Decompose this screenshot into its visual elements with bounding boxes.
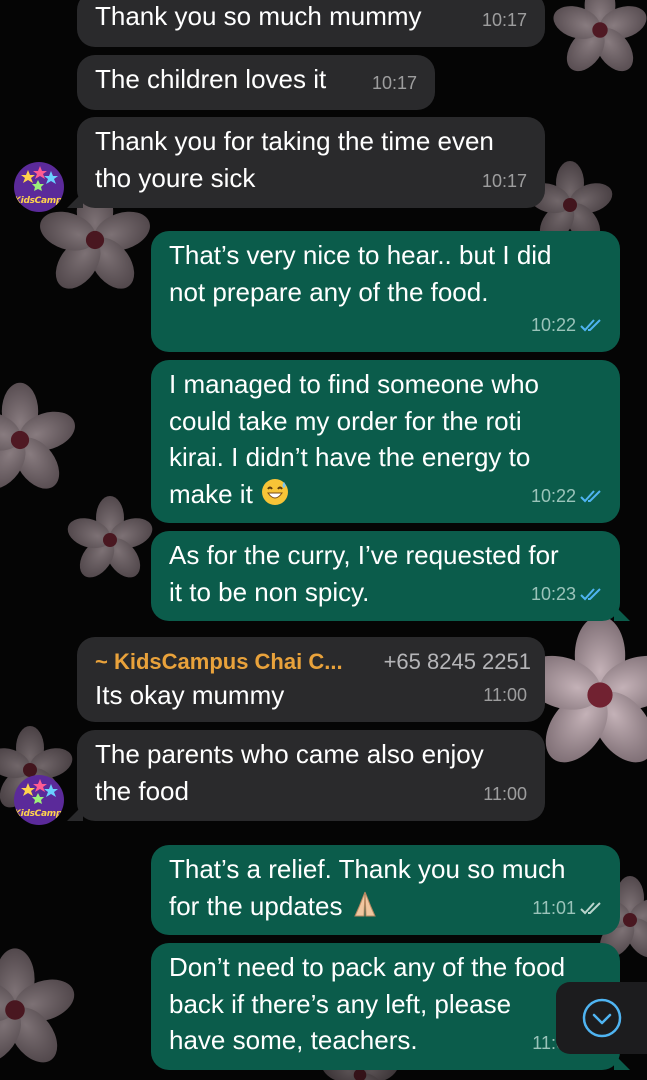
- message-outgoing[interactable]: I managed to find someone who could take…: [151, 360, 620, 523]
- message-time: 10:17: [481, 9, 527, 30]
- message-text: Thank you so much mummy: [95, 1, 422, 31]
- message-outgoing[interactable]: As for the curry, I’ve requested for it …: [151, 531, 630, 621]
- grinning-face-with-sweat-icon: [262, 478, 289, 505]
- chevron-down-icon: [582, 998, 622, 1038]
- message-outgoing[interactable]: Don’t need to pack any of the food back …: [151, 943, 630, 1070]
- read-ticks-icon: [580, 490, 601, 503]
- message-meta: 11:00: [483, 776, 527, 813]
- avatar[interactable]: KidsCampus: [14, 162, 64, 212]
- read-ticks-icon: [580, 319, 601, 332]
- sender-name[interactable]: ~ KidsCampus Chai C...: [95, 647, 343, 677]
- message-time: 10:17: [481, 170, 527, 191]
- message-incoming[interactable]: The parents who came also enjoy the food…: [67, 730, 545, 821]
- message-time: 10:23: [530, 583, 576, 604]
- folded-hands-icon: [353, 891, 376, 916]
- message-meta: 10:17: [482, 163, 527, 200]
- message-time: 10:22: [530, 485, 576, 506]
- message-outgoing[interactable]: That’s a relief. Thank you so much for t…: [151, 845, 620, 935]
- avatar-label: KidsCampus: [14, 196, 64, 206]
- message-incoming[interactable]: Thank you so much mummy 10:17: [77, 0, 545, 47]
- sender-phone[interactable]: +65 8245 2251: [384, 647, 531, 677]
- message-meta: 10:23: [531, 576, 602, 613]
- message-incoming[interactable]: The children loves it 10:17: [77, 55, 435, 110]
- message-meta: 11:00: [483, 677, 527, 714]
- message-sender-row: ~ KidsCampus Chai C... +65 8245 2251: [95, 647, 531, 677]
- message-text: Thank you for taking the time even tho y…: [95, 126, 494, 193]
- message-meta: 10:22: [531, 307, 602, 344]
- message-incoming[interactable]: ~ KidsCampus Chai C... +65 8245 2251 Its…: [77, 637, 545, 722]
- message-meta: 10:17: [482, 2, 527, 39]
- message-time: 11:01: [532, 897, 576, 918]
- avatar-label: KidsCampus: [14, 809, 64, 819]
- message-outgoing[interactable]: That’s very nice to hear.. but I did not…: [151, 231, 620, 352]
- message-incoming[interactable]: Thank you for taking the time even tho y…: [67, 117, 545, 208]
- message-time: 11:00: [483, 783, 527, 804]
- message-time: 11:00: [483, 684, 527, 705]
- read-ticks-icon: [580, 588, 601, 601]
- message-text: That’s very nice to hear.. but I did not…: [169, 240, 552, 307]
- avatar[interactable]: KidsCampus: [14, 775, 64, 825]
- message-text-body: I managed to find someone who could take…: [169, 369, 540, 509]
- message-time: 10:22: [530, 314, 576, 335]
- message-text: Its okay mummy: [95, 680, 285, 710]
- message-meta: 10:17: [372, 65, 417, 102]
- message-text: The parents who came also enjoy the food: [95, 739, 484, 806]
- message-time: 10:17: [371, 72, 417, 93]
- message-meta: 11:01: [532, 890, 602, 927]
- delivered-ticks-icon: [580, 902, 601, 915]
- message-meta: 10:22: [531, 478, 602, 515]
- chat-messages[interactable]: Thank you so much mummy 10:17 The childr…: [0, 0, 647, 1080]
- scroll-to-bottom-button[interactable]: [556, 982, 647, 1054]
